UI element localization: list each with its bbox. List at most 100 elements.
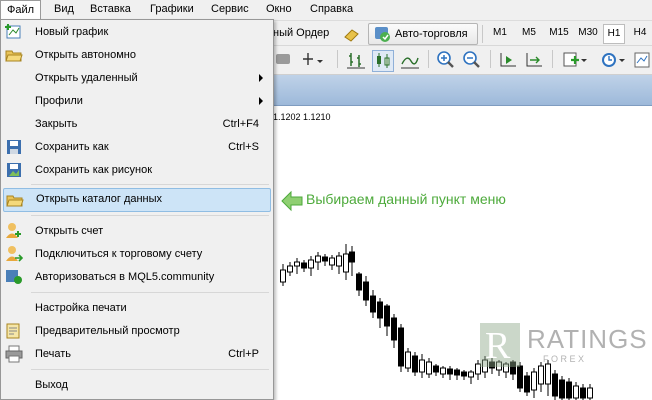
periods-dropdown-icon[interactable] xyxy=(600,50,626,70)
candle-body xyxy=(426,361,432,375)
ratings-forex-watermark: R RATINGS F O R E X xyxy=(477,320,652,370)
menu-item-open-data-folder[interactable]: Открыть каталог данных xyxy=(3,188,271,212)
menu-view[interactable]: Вид xyxy=(48,0,80,20)
candle-body xyxy=(370,295,376,313)
submenu-arrow-icon xyxy=(259,74,263,82)
save-icon xyxy=(5,138,23,156)
candle-body xyxy=(287,265,293,273)
candle-body xyxy=(419,359,425,373)
timeframe-h1[interactable]: H1 xyxy=(603,24,625,44)
auto-scroll-icon[interactable] xyxy=(498,50,518,70)
left-arrow-icon xyxy=(281,190,303,212)
menu-item-print[interactable]: Печать Ctrl+P xyxy=(1,343,271,365)
candle-body xyxy=(566,381,572,399)
candle-body xyxy=(391,317,397,341)
candle-body xyxy=(405,351,411,369)
timeframe-m5[interactable]: M5 xyxy=(518,24,540,42)
separator xyxy=(337,50,338,68)
candle-body xyxy=(315,255,321,263)
candle-body xyxy=(447,368,453,375)
timeframe-m15[interactable]: M15 xyxy=(545,24,573,42)
candle-body xyxy=(329,257,335,266)
menu-charts[interactable]: Графики xyxy=(144,0,200,20)
user-add-icon xyxy=(5,222,23,240)
new-order-button[interactable]: ный Ордер xyxy=(273,21,329,45)
chart-shift-icon[interactable] xyxy=(524,50,544,70)
menu-item-shortcut: Ctrl+P xyxy=(228,348,259,360)
menu-help[interactable]: Справка xyxy=(304,0,359,20)
menu-item-label: Печать xyxy=(35,348,72,360)
candle-body xyxy=(454,369,460,376)
candle-body xyxy=(301,262,307,269)
candle-body xyxy=(559,379,565,399)
menu-item-save-as-picture[interactable]: Сохранить как рисунок xyxy=(1,159,271,181)
crosshair-dropdown-icon[interactable] xyxy=(302,50,323,70)
candle-body xyxy=(322,256,328,262)
candle-body xyxy=(377,301,383,319)
menu-item-label: Открыть каталог данных xyxy=(36,193,163,205)
menu-item-label: Закрыть xyxy=(35,118,78,130)
candle-body xyxy=(294,261,300,267)
candle-body xyxy=(308,259,314,269)
file-menu-dropdown: Новый график Открыть автономно Открыть у… xyxy=(0,19,274,400)
menu-item-label: Выход xyxy=(35,379,68,391)
autotrading-button[interactable]: Авто-торговля xyxy=(368,23,478,45)
candlestick-chart-icon[interactable] xyxy=(372,50,394,72)
menu-item-print-setup[interactable]: Настройка печати xyxy=(1,297,271,319)
chart-price-info: 1.1202 1.1210 xyxy=(273,112,331,122)
candle-body xyxy=(412,355,418,373)
menu-window[interactable]: Окно xyxy=(260,0,298,20)
printer-icon xyxy=(5,345,23,363)
menu-item-print-preview[interactable]: Предварительный просмотр xyxy=(1,320,271,342)
menu-item-label: Открыть автономно xyxy=(35,49,136,61)
watermark-title: RATINGS xyxy=(527,324,648,354)
zoom-out-icon[interactable] xyxy=(462,50,482,70)
menu-item-open-offline[interactable]: Открыть автономно xyxy=(1,44,271,66)
menu-insert[interactable]: Вставка xyxy=(84,0,137,20)
new-chart-icon xyxy=(5,23,23,41)
menu-item-label: Сохранить как xyxy=(35,141,109,153)
menu-item-login-mql5[interactable]: Авторизоваться в MQL5.community xyxy=(1,266,271,288)
watermark-subtitle: F O R E X xyxy=(543,354,585,364)
open-folder-icon xyxy=(5,46,23,64)
candle-body xyxy=(440,367,446,375)
menu-tools[interactable]: Сервис xyxy=(205,0,255,20)
metaeditor-icon[interactable] xyxy=(342,25,362,45)
menu-file[interactable]: Файл xyxy=(0,0,42,21)
menu-item-label: Предварительный просмотр xyxy=(35,325,180,337)
submenu-arrow-icon xyxy=(259,97,263,105)
candle-body xyxy=(363,281,369,301)
menu-item-label: Настройка печати xyxy=(35,302,127,314)
menu-item-label: Открыть удаленный xyxy=(35,72,138,84)
candle-body xyxy=(356,273,362,291)
menu-item-label: Новый график xyxy=(35,26,109,38)
menu-item-label: Подключиться к торговому счету xyxy=(35,248,203,260)
menu-item-exit[interactable]: Выход xyxy=(1,374,271,396)
candle-body xyxy=(468,371,474,378)
menu-item-profiles[interactable]: Профили xyxy=(1,90,271,112)
indicators-dropdown-icon[interactable] xyxy=(562,50,588,70)
menu-item-save-as[interactable]: Сохранить как Ctrl+S xyxy=(1,136,271,158)
candle-body xyxy=(384,305,390,327)
mql5-icon xyxy=(5,268,23,286)
menu-separator xyxy=(31,292,269,293)
templates-icon[interactable] xyxy=(632,50,652,70)
menu-item-open-remote[interactable]: Открыть удаленный xyxy=(1,67,271,89)
candle-body xyxy=(343,253,349,273)
menu-item-close[interactable]: Закрыть Ctrl+F4 xyxy=(1,113,271,135)
timeframe-m1[interactable]: M1 xyxy=(489,24,511,42)
bar-chart-icon[interactable] xyxy=(346,50,366,70)
menu-bar: Файл Вид Вставка Графики Сервис Окно Спр… xyxy=(0,0,652,21)
candle-body xyxy=(349,251,355,263)
print-preview-icon xyxy=(5,322,23,340)
menu-item-open-account[interactable]: Открыть счет xyxy=(1,220,271,242)
color-swatch-icon[interactable] xyxy=(276,54,290,64)
zoom-in-icon[interactable] xyxy=(436,50,456,70)
candle-body xyxy=(531,371,537,391)
menu-item-new-chart[interactable]: Новый график xyxy=(1,21,271,43)
line-chart-icon[interactable] xyxy=(400,50,420,70)
timeframe-h4[interactable]: H4 xyxy=(630,24,650,42)
timeframe-m30[interactable]: M30 xyxy=(576,24,600,42)
menu-item-login-trade-account[interactable]: Подключиться к торговому счету xyxy=(1,243,271,265)
menu-separator xyxy=(31,184,269,185)
